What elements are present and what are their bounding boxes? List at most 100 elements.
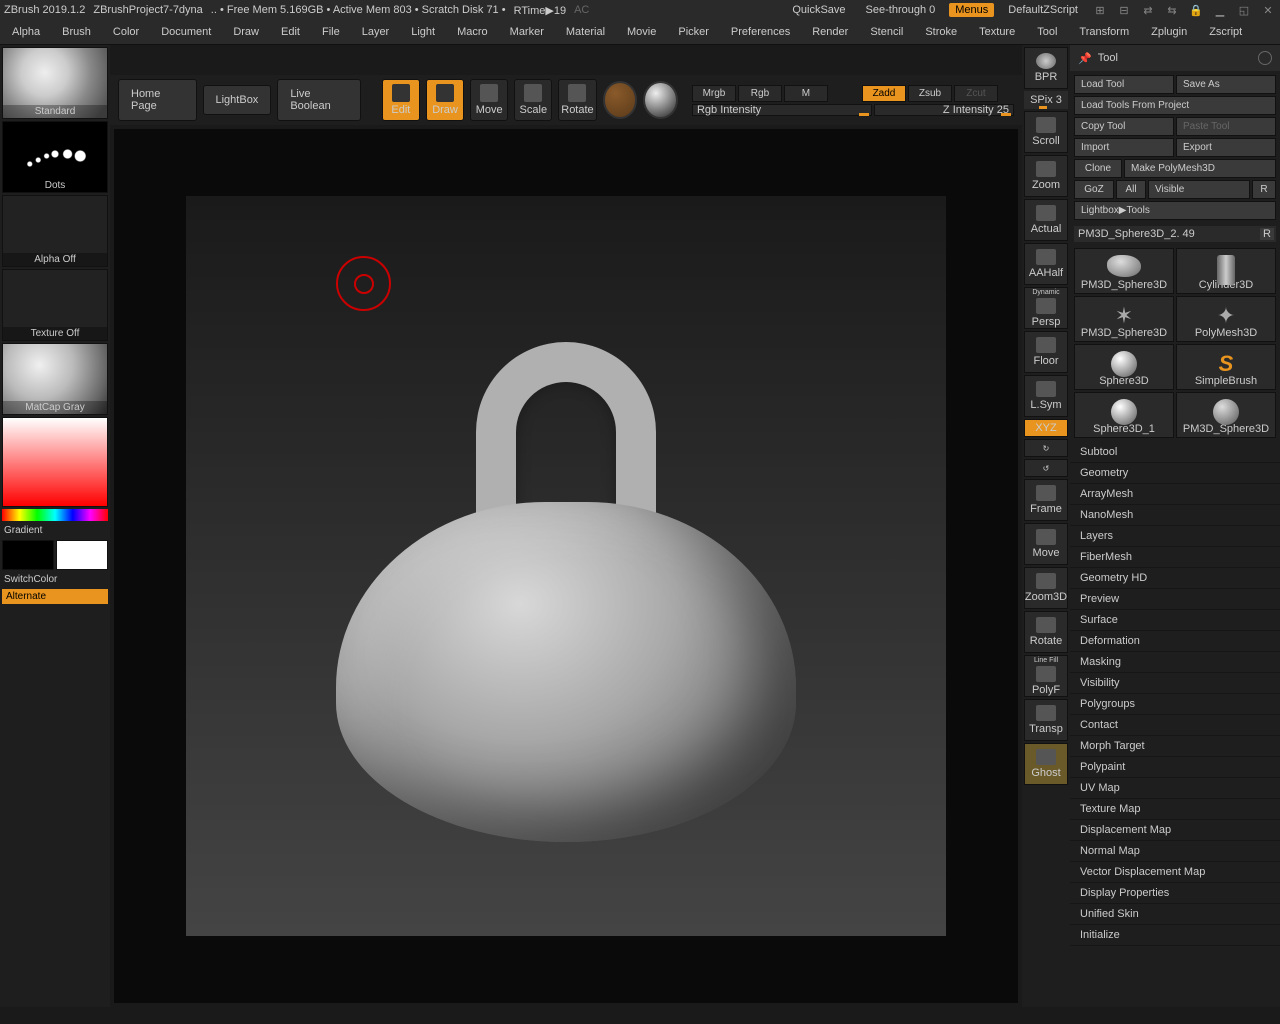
section-layers[interactable]: Layers — [1070, 526, 1280, 547]
menu-draw[interactable]: Draw — [229, 24, 263, 40]
rgb-intensity-slider[interactable]: Rgb Intensity — [692, 104, 872, 116]
rotate-mode-button[interactable]: Rotate — [558, 79, 596, 121]
home-button[interactable]: Home Page — [118, 79, 197, 121]
load-project-button[interactable]: Load Tools From Project — [1074, 96, 1276, 115]
section-surface[interactable]: Surface — [1070, 610, 1280, 631]
bpr-button[interactable]: BPR — [1024, 47, 1068, 89]
section-contact[interactable]: Contact — [1070, 715, 1280, 736]
menu-brush[interactable]: Brush — [58, 24, 95, 40]
visible-button[interactable]: Visible — [1148, 180, 1250, 199]
floor-button[interactable]: Floor — [1024, 331, 1068, 373]
section-normalmap[interactable]: Normal Map — [1070, 841, 1280, 862]
material-ball-bw[interactable] — [643, 81, 678, 119]
swap-icon[interactable]: ⇄ — [1140, 2, 1156, 18]
export-button[interactable]: Export — [1176, 138, 1276, 157]
load-tool-button[interactable]: Load Tool — [1074, 75, 1174, 94]
save-as-button[interactable]: Save As — [1176, 75, 1276, 94]
scroll-button[interactable]: Scroll — [1024, 111, 1068, 153]
brush-selector[interactable]: Standard — [2, 47, 108, 119]
menu-edit[interactable]: Edit — [277, 24, 304, 40]
viewport[interactable] — [186, 196, 946, 936]
menu-picker[interactable]: Picker — [674, 24, 713, 40]
stroke-selector[interactable]: Dots — [2, 121, 108, 193]
z-intensity-slider[interactable]: Z Intensity 25 — [874, 104, 1014, 116]
clone-button[interactable]: Clone — [1074, 159, 1122, 178]
menu-stencil[interactable]: Stencil — [866, 24, 907, 40]
minimize-icon[interactable]: ▁ — [1212, 2, 1228, 18]
actual-button[interactable]: Actual — [1024, 199, 1068, 241]
section-geometryhd[interactable]: Geometry HD — [1070, 568, 1280, 589]
default-script[interactable]: DefaultZScript — [1002, 3, 1084, 17]
zoom3d-button[interactable]: Zoom3D — [1024, 567, 1068, 609]
lsym-button[interactable]: L.Sym — [1024, 375, 1068, 417]
rgb-button[interactable]: Rgb — [738, 85, 782, 102]
section-fibermesh[interactable]: FiberMesh — [1070, 547, 1280, 568]
move3d-button[interactable]: Move — [1024, 523, 1068, 565]
alternate-button[interactable]: Alternate — [2, 589, 108, 604]
loop2-button[interactable]: ↺ — [1024, 459, 1068, 477]
tool-item-5[interactable]: SSimpleBrush — [1176, 344, 1276, 390]
menus-button[interactable]: Menus — [949, 3, 994, 17]
polyf-button[interactable]: Line FillPolyF — [1024, 655, 1068, 697]
menu-texture[interactable]: Texture — [975, 24, 1019, 40]
menu-transform[interactable]: Transform — [1075, 24, 1133, 40]
refresh-icon[interactable] — [1258, 51, 1272, 65]
section-polygroups[interactable]: Polygroups — [1070, 694, 1280, 715]
ghost-button[interactable]: Ghost — [1024, 743, 1068, 785]
move-mode-button[interactable]: Move — [470, 79, 508, 121]
close-icon[interactable]: ✕ — [1260, 2, 1276, 18]
tool-item-6[interactable]: Sphere3D_1 — [1074, 392, 1174, 438]
lock-icon[interactable]: 🔒 — [1188, 2, 1204, 18]
hue-bar[interactable] — [2, 509, 108, 521]
layout2-icon[interactable]: ⊟ — [1116, 2, 1132, 18]
frame-button[interactable]: Frame — [1024, 479, 1068, 521]
material-selector[interactable]: MatCap Gray — [2, 343, 108, 415]
section-polypaint[interactable]: Polypaint — [1070, 757, 1280, 778]
menu-color[interactable]: Color — [109, 24, 143, 40]
copy-tool-button[interactable]: Copy Tool — [1074, 117, 1174, 136]
switchcolor-button[interactable]: SwitchColor — [2, 572, 108, 587]
swatch-white[interactable] — [56, 540, 108, 570]
section-preview[interactable]: Preview — [1070, 589, 1280, 610]
section-vectordisp[interactable]: Vector Displacement Map — [1070, 862, 1280, 883]
tool-item-3[interactable]: ✦PolyMesh3D — [1176, 296, 1276, 342]
menu-zscript[interactable]: Zscript — [1205, 24, 1246, 40]
scale-mode-button[interactable]: Scale — [514, 79, 552, 121]
color-picker[interactable] — [2, 417, 108, 507]
section-unifiedskin[interactable]: Unified Skin — [1070, 904, 1280, 925]
lightbox-button[interactable]: LightBox — [203, 85, 272, 115]
pin-icon[interactable]: 📌 — [1078, 52, 1092, 65]
zsub-button[interactable]: Zsub — [908, 85, 952, 102]
goz-button[interactable]: GoZ — [1074, 180, 1114, 199]
menu-document[interactable]: Document — [157, 24, 215, 40]
menu-tool[interactable]: Tool — [1033, 24, 1061, 40]
seethrough-slider[interactable]: See-through 0 — [860, 3, 942, 17]
tool-item-1[interactable]: Cylinder3D — [1176, 248, 1276, 294]
texture-selector[interactable]: Texture Off — [2, 269, 108, 341]
paste-tool-button[interactable]: Paste Tool — [1176, 117, 1276, 136]
section-uvmap[interactable]: UV Map — [1070, 778, 1280, 799]
r-button[interactable]: R — [1252, 180, 1276, 199]
tool-item-0[interactable]: PM3D_Sphere3D — [1074, 248, 1174, 294]
layout-icon[interactable]: ⊞ — [1092, 2, 1108, 18]
spix-slider[interactable]: SPix 3 — [1024, 91, 1068, 109]
section-geometry[interactable]: Geometry — [1070, 463, 1280, 484]
alpha-selector[interactable]: Alpha Off — [2, 195, 108, 267]
loop1-button[interactable]: ↻ — [1024, 439, 1068, 457]
section-subtool[interactable]: Subtool — [1070, 442, 1280, 463]
current-tool-slider[interactable]: PM3D_Sphere3D_2. 49R — [1074, 226, 1276, 242]
import-button[interactable]: Import — [1074, 138, 1174, 157]
maximize-icon[interactable]: ◱ — [1236, 2, 1252, 18]
tool-item-7[interactable]: PM3D_Sphere3D — [1176, 392, 1276, 438]
tool-panel-header[interactable]: 📌Tool — [1070, 45, 1280, 71]
section-nanomesh[interactable]: NanoMesh — [1070, 505, 1280, 526]
menu-layer[interactable]: Layer — [358, 24, 394, 40]
section-deformation[interactable]: Deformation — [1070, 631, 1280, 652]
swatch-black[interactable] — [2, 540, 54, 570]
menu-macro[interactable]: Macro — [453, 24, 492, 40]
transp-button[interactable]: Transp — [1024, 699, 1068, 741]
xyz-button[interactable]: XYZ — [1024, 419, 1068, 437]
zadd-button[interactable]: Zadd — [862, 85, 906, 102]
menu-material[interactable]: Material — [562, 24, 609, 40]
menu-file[interactable]: File — [318, 24, 344, 40]
